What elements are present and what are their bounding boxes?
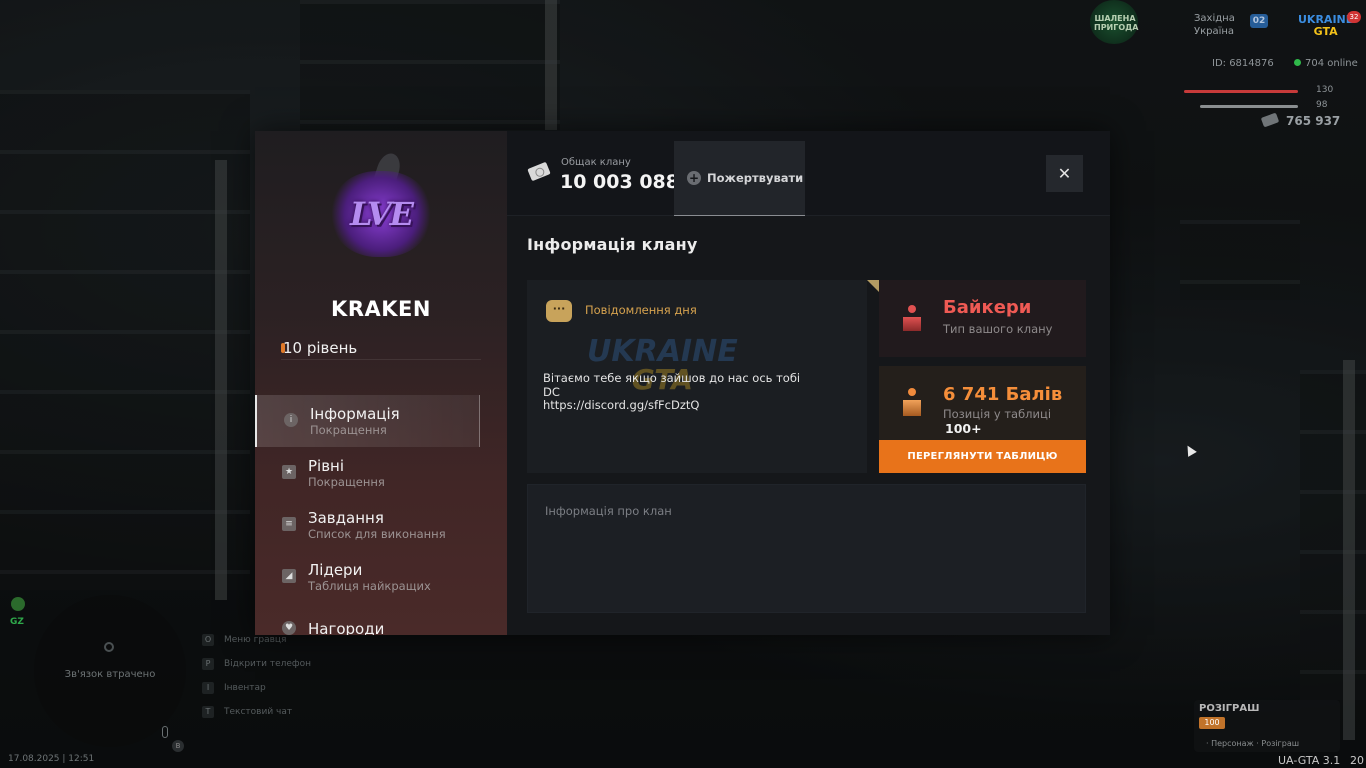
- clan-info-label: Інформація про клан: [545, 504, 672, 518]
- clan-score-card: 6 741 Балів Позиція у таблиці 100+: [879, 366, 1086, 440]
- menu-item-subtitle: Покращення: [308, 474, 385, 489]
- ua-gta-logo-bottom: GTA: [1313, 25, 1338, 38]
- menu-item-title: Нагороди: [308, 620, 385, 635]
- award-icon: ♥: [282, 621, 296, 635]
- clan-main: Общак клану 10 003 088 + Пожертвувати ✕ …: [507, 131, 1110, 635]
- clan-bank-label: Общак клану: [561, 157, 631, 168]
- hotkey-key: T: [202, 706, 214, 718]
- donate-button[interactable]: + Пожертвувати: [674, 141, 805, 216]
- gz-label: GZ: [10, 617, 24, 627]
- game-version-extra: 20: [1350, 754, 1364, 767]
- hud-region-line2: Україна: [1194, 26, 1235, 37]
- donate-label: Пожертвувати: [707, 171, 804, 185]
- info-icon: i: [284, 413, 298, 427]
- menu-item-title: Завдання: [308, 508, 384, 527]
- gz-icon: [11, 597, 25, 611]
- clan-panel: LVE KRAKEN 10 рівень i Інформація Покращ…: [255, 131, 1110, 635]
- clan-topbar: Общак клану 10 003 088 + Пожертвувати ✕: [507, 131, 1110, 216]
- star-icon: ★: [282, 465, 296, 479]
- close-button[interactable]: ✕: [1046, 155, 1083, 192]
- signal-icon: [104, 642, 114, 652]
- giveaway-title: РОЗІГРАШ: [1199, 703, 1260, 714]
- hud-region-number: 02: [1250, 14, 1268, 28]
- menu-item-subtitle: Покращення: [310, 422, 387, 437]
- ua-gta-logo: UKRAINE GTA: [1298, 14, 1353, 38]
- hotkey-key: O: [202, 634, 214, 646]
- armor-value: 98: [1316, 100, 1328, 110]
- cash-icon: [527, 161, 551, 182]
- menu-item-levels[interactable]: ★ Рівні Покращення: [255, 447, 507, 499]
- podium-icon: [901, 305, 923, 331]
- health-value: 130: [1316, 85, 1334, 95]
- clan-menu: i Інформація Покращення ★ Рівні Покращен…: [255, 395, 507, 635]
- hotkey-hint: I Інвентар: [202, 676, 311, 700]
- menu-item-subtitle: Список для виконання: [308, 526, 446, 541]
- menu-item-title: Лідери: [308, 560, 363, 579]
- clan-score-position: Позиція у таблиці 100+: [943, 407, 1086, 436]
- hotkey-hint: T Текстовий чат: [202, 700, 311, 724]
- hotkey-hint: P Відкрити телефон: [202, 652, 311, 676]
- clan-bank-value: 10 003 088: [560, 171, 679, 193]
- minimap-status: Зв'язок втрачено: [64, 669, 156, 680]
- hotkey-key: I: [202, 682, 214, 694]
- menu-item-info[interactable]: i Інформація Покращення: [255, 395, 480, 447]
- plus-icon: +: [687, 171, 701, 185]
- clan-sidebar: LVE KRAKEN 10 рівень i Інформація Покращ…: [255, 131, 507, 635]
- giveaway-badge: 100: [1199, 717, 1225, 729]
- game-version: UA-GTA 3.1: [1278, 754, 1341, 767]
- online-count: 704 online: [1294, 58, 1358, 69]
- ua-gta-badge: 32: [1347, 11, 1361, 23]
- clan-level: 10 рівень: [281, 336, 481, 360]
- clan-logo: LVE: [325, 150, 437, 263]
- tasks-icon: ≡: [282, 517, 296, 531]
- menu-item-title: Рівні: [308, 456, 345, 475]
- menu-item-tasks[interactable]: ≡ Завдання Список для виконання: [255, 499, 507, 551]
- server-logo-text: ШАЛЕНА ПРИГОДА: [1094, 14, 1139, 32]
- hotkey-label: Меню гравця: [224, 635, 287, 645]
- menu-item-leaders[interactable]: ◢ Лідери Таблиця найкращих: [255, 551, 507, 603]
- clan-score-rank: 100+: [945, 421, 982, 436]
- hud-region: Західна Україна: [1194, 12, 1235, 38]
- chat-bubble-icon: ···: [546, 300, 572, 322]
- podium-icon: [901, 388, 923, 416]
- armor-bar: [1200, 105, 1298, 108]
- menu-item-subtitle: Таблиця найкращих: [308, 578, 431, 593]
- hotkey-label: Відкрити телефон: [224, 659, 312, 669]
- hotkey-label: Текстовий чат: [224, 707, 293, 717]
- clan-type-subtitle: Тип вашого клану: [943, 322, 1053, 336]
- microphone-icon: [162, 726, 168, 738]
- motd-title: Повідомлення дня: [585, 303, 697, 317]
- watermark-top: UKRAINE: [587, 334, 738, 369]
- menu-item-awards[interactable]: ♥ Нагороди: [255, 603, 507, 635]
- clan-name: KRAKEN: [331, 297, 431, 321]
- health-bar: [1184, 90, 1298, 93]
- section-title: Інформація клану: [527, 235, 698, 254]
- view-table-button[interactable]: ПЕРЕГЛЯНУТИ ТАБЛИЦЮ: [879, 440, 1086, 473]
- message-of-the-day: ··· Повідомлення дня UKRAINE GTA Вітаємо…: [527, 280, 887, 473]
- hud-region-line1: Західна: [1194, 13, 1235, 24]
- datetime: 17.08.2025 | 12:51: [8, 754, 95, 764]
- leaders-icon: ◢: [282, 569, 296, 583]
- clan-level-text: 10 рівень: [283, 338, 358, 357]
- clan-score-value: 6 741 Балів: [943, 384, 1063, 405]
- hotkey-hints: O Меню гравця P Відкрити телефон I Інвентар…: [202, 628, 311, 724]
- giveaway-hint: · Персонаж · Розіграш: [1206, 739, 1300, 748]
- close-icon: ✕: [1057, 164, 1072, 183]
- clan-type-card: Байкери Тип вашого клану: [879, 280, 1086, 357]
- money-value: 765 937: [1286, 114, 1341, 128]
- player-id: ID: 6814876: [1212, 58, 1274, 69]
- clan-logo-text: LVE: [350, 195, 414, 233]
- clan-type-name: Байкери: [943, 297, 1032, 318]
- motd-text: Вітаємо тебе якщо зайшов до нас ось тобі…: [543, 371, 801, 412]
- clan-score-subtitle: Позиція у таблиці: [943, 407, 1052, 421]
- hotkey-key: P: [202, 658, 214, 670]
- clan-info-box: Інформація про клан: [527, 484, 1086, 613]
- hotkey-label: Інвентар: [224, 683, 266, 693]
- menu-item-title: Інформація: [310, 404, 400, 423]
- mic-key: B: [172, 740, 184, 752]
